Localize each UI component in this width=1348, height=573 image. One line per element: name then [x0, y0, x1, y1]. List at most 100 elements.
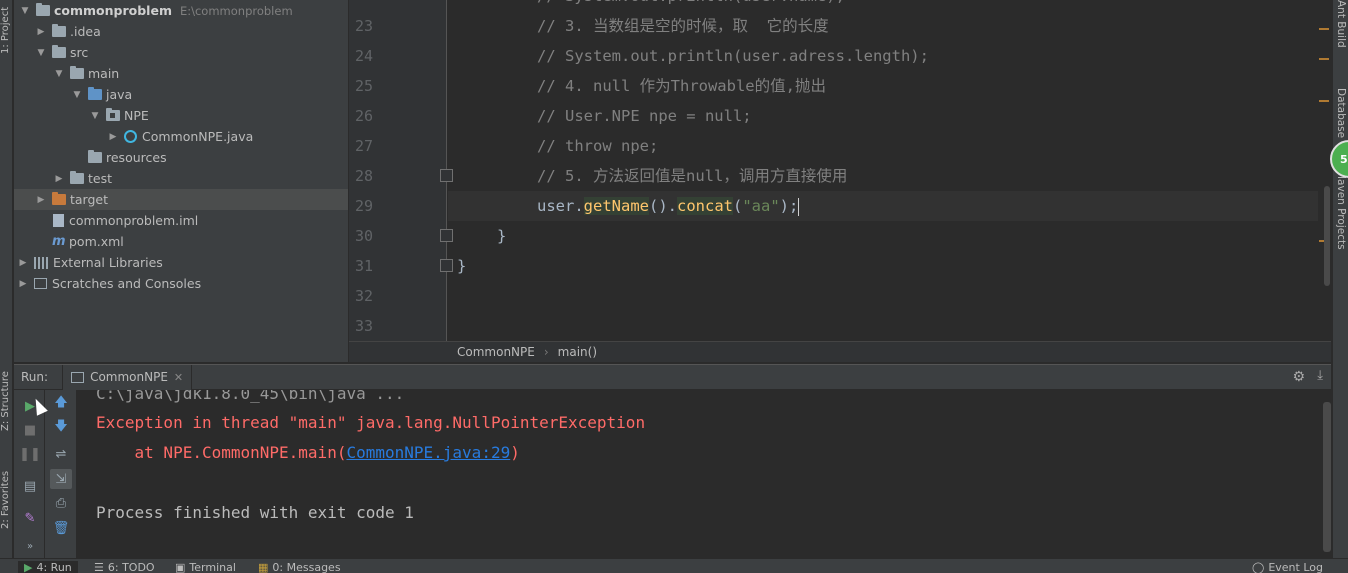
breadcrumb-method[interactable]: main() [558, 345, 597, 359]
run-toolbar: ▶ ■ ❚❚ ▤ ✎ » [14, 390, 44, 558]
line-number: 28 [355, 167, 374, 185]
chevron-right-icon[interactable]: ▶ [108, 132, 118, 142]
tree-item-commonproblem[interactable]: ▼ commonproblem E:\commonproblem [14, 0, 348, 21]
code-line: } [457, 257, 467, 275]
left-tool-strip: 1: Project Z: Structure 2: Favorites [0, 0, 13, 558]
iml-file-icon [53, 214, 64, 227]
maven-projects-tool-tab[interactable]: Maven Projects [1335, 170, 1347, 250]
chevron-down-icon[interactable]: ▼ [90, 111, 100, 121]
chevron-right-icon[interactable]: ▶ [54, 174, 64, 184]
resources-folder-icon [88, 150, 102, 163]
tree-item-src[interactable]: ▼ src [14, 42, 348, 63]
tree-item-iml[interactable]: commonproblem.iml [14, 210, 348, 231]
more-icon[interactable]: » [19, 536, 41, 556]
fold-marker-icon[interactable] [440, 259, 453, 272]
hide-panel-icon[interactable]: ⤓ [1317, 368, 1323, 383]
chevron-right-icon[interactable]: ▶ [36, 27, 46, 37]
code-line: // System.out.println(user.name); [537, 0, 845, 11]
fold-marker-icon[interactable] [440, 229, 453, 242]
chevron-right-icon[interactable]: ▶ [36, 195, 46, 205]
tree-item-resources[interactable]: resources [14, 147, 348, 168]
chevron-down-icon[interactable]: ▼ [36, 48, 46, 58]
breadcrumb-class[interactable]: CommonNPE [457, 345, 535, 359]
tree-item-commonnpe-java[interactable]: ▶ CommonNPE.java [14, 126, 348, 147]
line-number: 32 [355, 287, 374, 305]
line-number: 25 [355, 77, 374, 95]
event-log-icon: ◯ [1252, 561, 1265, 573]
fold-marker-icon[interactable] [440, 169, 453, 182]
chevron-down-icon[interactable]: ▼ [72, 90, 82, 100]
chevron-down-icon[interactable]: ▼ [54, 69, 64, 79]
folder-icon [52, 45, 66, 58]
gear-icon[interactable]: ⚙ [1292, 369, 1305, 385]
run-label: Run: [21, 370, 49, 384]
database-tool-tab[interactable]: Database [1335, 88, 1347, 138]
maven-icon: m [52, 234, 66, 249]
tree-item-idea[interactable]: ▶ .idea [14, 21, 348, 42]
chevron-right-icon[interactable]: ▶ [18, 258, 28, 268]
folder-icon [70, 66, 84, 79]
excluded-folder-icon [52, 192, 66, 205]
package-icon [106, 108, 120, 121]
warning-marker[interactable] [1319, 100, 1329, 102]
console-exception: Exception in thread "main" java.lang.Nul… [96, 413, 646, 432]
text-caret [798, 197, 800, 216]
todo-tool-tab[interactable]: ☰ 6: TODO [94, 561, 155, 573]
console-toolbar: 🡅 🡇 ⇌ ⇲ ⎙ 🗑 [45, 390, 77, 558]
warning-marker[interactable] [1319, 28, 1329, 30]
warning-marker[interactable] [1319, 58, 1329, 60]
pin-icon[interactable]: ✎ [19, 508, 41, 528]
tree-item-external-libraries[interactable]: ▶ External Libraries [14, 252, 348, 273]
tree-item-target[interactable]: ▶ target [14, 189, 348, 210]
structure-tool-tab[interactable]: Z: Structure [0, 366, 13, 436]
line-number: 33 [355, 317, 374, 335]
event-log-tool-tab[interactable]: ◯ Event Log [1252, 561, 1323, 573]
arrow-up-icon[interactable]: 🡅 [50, 394, 72, 414]
error-stripe[interactable] [1318, 0, 1331, 341]
library-icon [34, 256, 48, 269]
project-panel: ▼ commonproblem E:\commonproblem ▶ .idea… [14, 0, 348, 362]
breadcrumb: CommonNPE › main() [349, 341, 1331, 362]
stop-icon[interactable]: ■ [19, 420, 41, 440]
todo-icon: ☰ [94, 561, 104, 573]
line-number: 29 [355, 197, 374, 215]
run-tab-commonnpe[interactable]: CommonNPE ✕ [62, 364, 193, 390]
console-exit-message: Process finished with exit code 1 [96, 503, 414, 522]
run-tool-tab[interactable]: ▶ 4: Run [18, 561, 78, 573]
close-icon[interactable]: ✕ [174, 371, 183, 384]
tree-item-npe[interactable]: ▼ NPE [14, 105, 348, 126]
bottom-tool-bar: ▶ 4: Run ☰ 6: TODO ▣ Terminal ▦ 0: Messa… [0, 558, 1348, 573]
method-call: concat [677, 197, 733, 215]
console-output[interactable]: C:\java\jdk1.8.0_45\bin\java ... Excepti… [78, 390, 1323, 558]
tree-item-main[interactable]: ▼ main [14, 63, 348, 84]
tree-item-test[interactable]: ▶ test [14, 168, 348, 189]
soft-wrap-icon[interactable]: ⇌ [50, 444, 72, 464]
tree-item-java[interactable]: ▼ java [14, 84, 348, 105]
method-call: getName [583, 197, 649, 215]
terminal-icon: ▣ [175, 561, 186, 573]
line-number: 30 [355, 227, 374, 245]
trash-icon[interactable]: 🗑 [50, 518, 72, 538]
pause-icon[interactable]: ❚❚ [19, 444, 41, 464]
string-literal: "aa" [742, 197, 780, 215]
chevron-right-icon[interactable]: ▶ [18, 279, 28, 289]
source-link[interactable]: CommonNPE.java:29 [346, 443, 510, 462]
code-editor[interactable]: 23 24 25 26 27 28 29 30 31 32 33 // Syst… [349, 0, 1331, 341]
ant-build-tool-tab[interactable]: Ant Build [1335, 0, 1347, 48]
editor-scrollbar[interactable] [1324, 186, 1330, 286]
favorites-tool-tab[interactable]: 2: Favorites [0, 460, 13, 540]
tree-item-scratches[interactable]: ▶ Scratches and Consoles [14, 273, 348, 294]
print-icon[interactable]: ⎙ [50, 493, 72, 513]
console-scrollbar[interactable] [1323, 402, 1331, 552]
tree-item-pom[interactable]: m pom.xml [14, 231, 348, 252]
project-tool-tab[interactable]: 1: Project [0, 0, 13, 60]
source-folder-icon [88, 87, 102, 100]
java-class-icon [124, 130, 137, 143]
terminal-tool-tab[interactable]: ▣ Terminal [175, 561, 236, 573]
console-command: C:\java\jdk1.8.0_45\bin\java ... [96, 390, 405, 403]
arrow-down-icon[interactable]: 🡇 [50, 418, 72, 438]
scroll-to-end-icon[interactable]: ⇲ [50, 469, 72, 489]
restore-layout-icon[interactable]: ▤ [19, 476, 41, 496]
chevron-down-icon[interactable]: ▼ [20, 6, 30, 16]
messages-tool-tab[interactable]: ▦ 0: Messages [258, 561, 341, 573]
